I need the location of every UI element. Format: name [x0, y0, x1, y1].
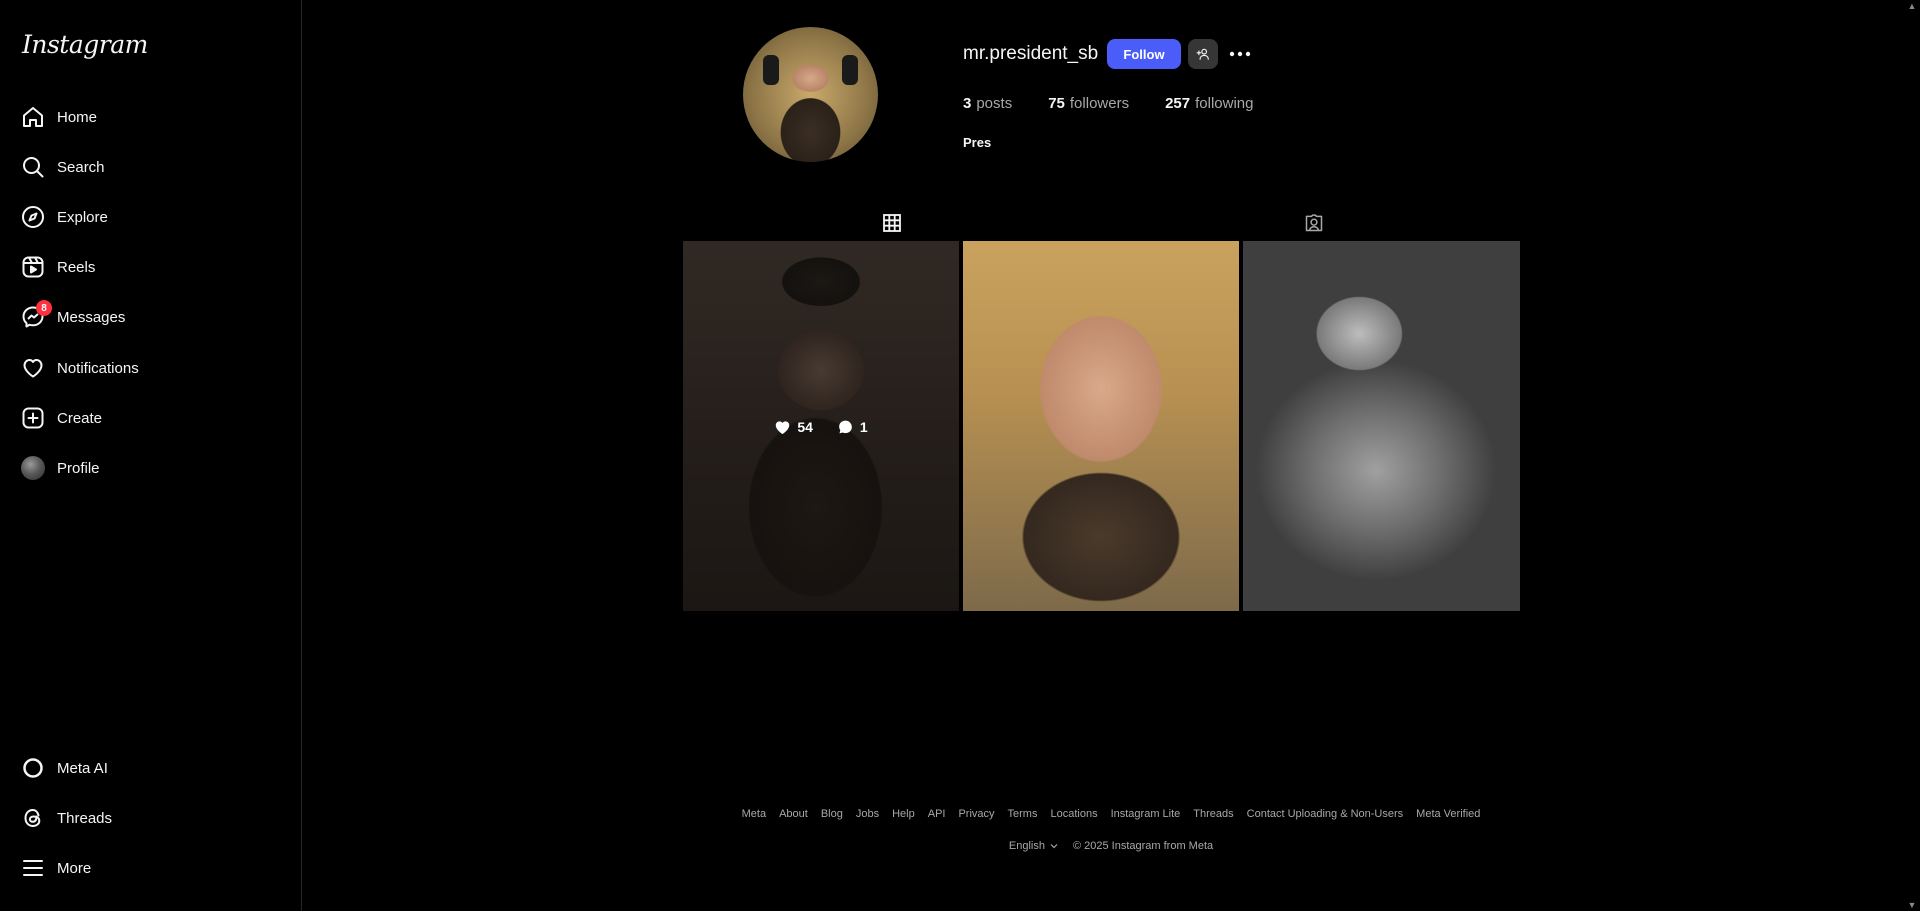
create-icon	[20, 405, 46, 431]
footer-link[interactable]: Meta	[742, 808, 766, 820]
nav-reels[interactable]: Reels	[20, 249, 280, 285]
profile-picture[interactable]	[743, 27, 878, 162]
follow-button[interactable]: Follow	[1107, 39, 1181, 69]
nav-notifications-label: Notifications	[57, 359, 139, 377]
footer-link[interactable]: Privacy	[958, 808, 994, 820]
nav-search-label: Search	[57, 158, 105, 176]
nav-reels-label: Reels	[57, 258, 96, 276]
post-tile-2[interactable]	[963, 241, 1239, 611]
heart-filled-icon	[774, 419, 791, 435]
nav-meta-ai-label: Meta AI	[57, 759, 108, 777]
posts-count: 3	[963, 95, 972, 112]
nav-explore[interactable]: Explore	[20, 199, 280, 235]
nav-messages[interactable]: 8 Messages	[20, 299, 280, 335]
footer-links: Meta About Blog Jobs Help API Privacy Te…	[0, 808, 1920, 820]
footer-link[interactable]: Jobs	[856, 808, 879, 820]
following-count: 257	[1165, 95, 1191, 112]
footer-link[interactable]: API	[928, 808, 946, 820]
post-tile-3[interactable]	[1243, 241, 1520, 611]
post-comments-count: 1	[859, 419, 868, 435]
reels-icon	[20, 254, 46, 280]
post-likes-count: 54	[797, 419, 813, 435]
nav-more[interactable]: More	[20, 850, 280, 886]
post-hover-stats: 54 1	[683, 419, 959, 435]
profile-full-name: Pres	[963, 135, 992, 150]
scroll-up-arrow-icon[interactable]: ▲	[1906, 0, 1918, 12]
following-label: following	[1195, 95, 1254, 112]
nav-create[interactable]: Create	[20, 400, 280, 436]
post-likes: 54	[774, 419, 813, 435]
copyright: © 2025 Instagram from Meta	[1072, 840, 1214, 852]
footer-link[interactable]: Locations	[1050, 808, 1097, 820]
language-label: English	[1008, 840, 1045, 852]
posts-stat: 3 posts	[963, 95, 1012, 112]
nav-home-label: Home	[57, 108, 98, 126]
profile-avatar-icon	[21, 456, 45, 480]
footer-link[interactable]: Threads	[1193, 808, 1233, 820]
nav-create-label: Create	[57, 409, 103, 427]
language-selector[interactable]: English	[1009, 840, 1059, 852]
tab-posts[interactable]	[863, 205, 921, 242]
footer-link[interactable]: Terms	[1008, 808, 1038, 820]
suggested-users-button[interactable]	[1188, 39, 1218, 69]
grid-icon	[883, 214, 901, 232]
nav-meta-ai[interactable]: Meta AI	[20, 750, 280, 786]
footer-link[interactable]: Blog	[821, 808, 843, 820]
add-person-icon	[1196, 47, 1210, 61]
comment-filled-icon	[837, 419, 854, 435]
posts-label: posts	[976, 95, 1013, 112]
nav-explore-label: Explore	[57, 208, 108, 226]
footer-link[interactable]: About	[779, 808, 808, 820]
followers-count: 75	[1048, 95, 1065, 112]
nav-search[interactable]: Search	[20, 149, 280, 185]
nav-profile[interactable]: Profile	[20, 450, 280, 486]
followers-label: followers	[1069, 95, 1130, 112]
nav-more-label: More	[57, 859, 92, 877]
compass-icon	[20, 204, 46, 230]
nav-home[interactable]: Home	[20, 99, 280, 135]
nav-messages-label: Messages	[57, 308, 126, 326]
search-icon	[20, 154, 46, 180]
post-tile-1[interactable]: 54 1	[683, 241, 959, 611]
footer-bottom: English © 2025 Instagram from Meta	[0, 840, 1920, 852]
footer-link[interactable]: Contact Uploading & Non-Users	[1247, 808, 1404, 820]
followers-stat[interactable]: 75 followers	[1048, 95, 1129, 112]
profile-avatar-wrap	[20, 455, 46, 481]
hamburger-menu-icon	[20, 855, 46, 881]
messages-badge: 8	[36, 300, 52, 316]
headset-right-earcup	[842, 55, 858, 85]
following-stat[interactable]: 257 following	[1165, 95, 1253, 112]
footer-link[interactable]: Meta Verified	[1416, 808, 1480, 820]
instagram-logo[interactable]: Instagram	[22, 30, 148, 59]
sidebar: Instagram Home Search Explore Reels 8 Me…	[0, 0, 302, 911]
messenger-icon: 8	[20, 300, 52, 330]
footer-link[interactable]: Help	[892, 808, 915, 820]
post-comments: 1	[837, 419, 868, 435]
profile-options-button[interactable]	[1228, 42, 1252, 66]
home-icon	[20, 104, 46, 130]
profile-username: mr.president_sb	[963, 43, 1099, 64]
chevron-down-icon	[1049, 841, 1059, 851]
nav-notifications[interactable]: Notifications	[20, 350, 280, 386]
nav-profile-label: Profile	[57, 459, 100, 477]
profile-stats: 3 posts 75 followers 257 following	[963, 95, 1289, 112]
heart-icon	[20, 355, 46, 381]
tagged-icon	[1304, 213, 1324, 233]
headset-left-earcup	[763, 55, 779, 85]
tab-tagged[interactable]	[1285, 205, 1343, 241]
more-horizontal-icon	[1229, 51, 1251, 57]
scroll-down-arrow-icon[interactable]: ▼	[1906, 899, 1918, 911]
footer-link[interactable]: Instagram Lite	[1111, 808, 1181, 820]
meta-ai-icon	[20, 755, 46, 781]
